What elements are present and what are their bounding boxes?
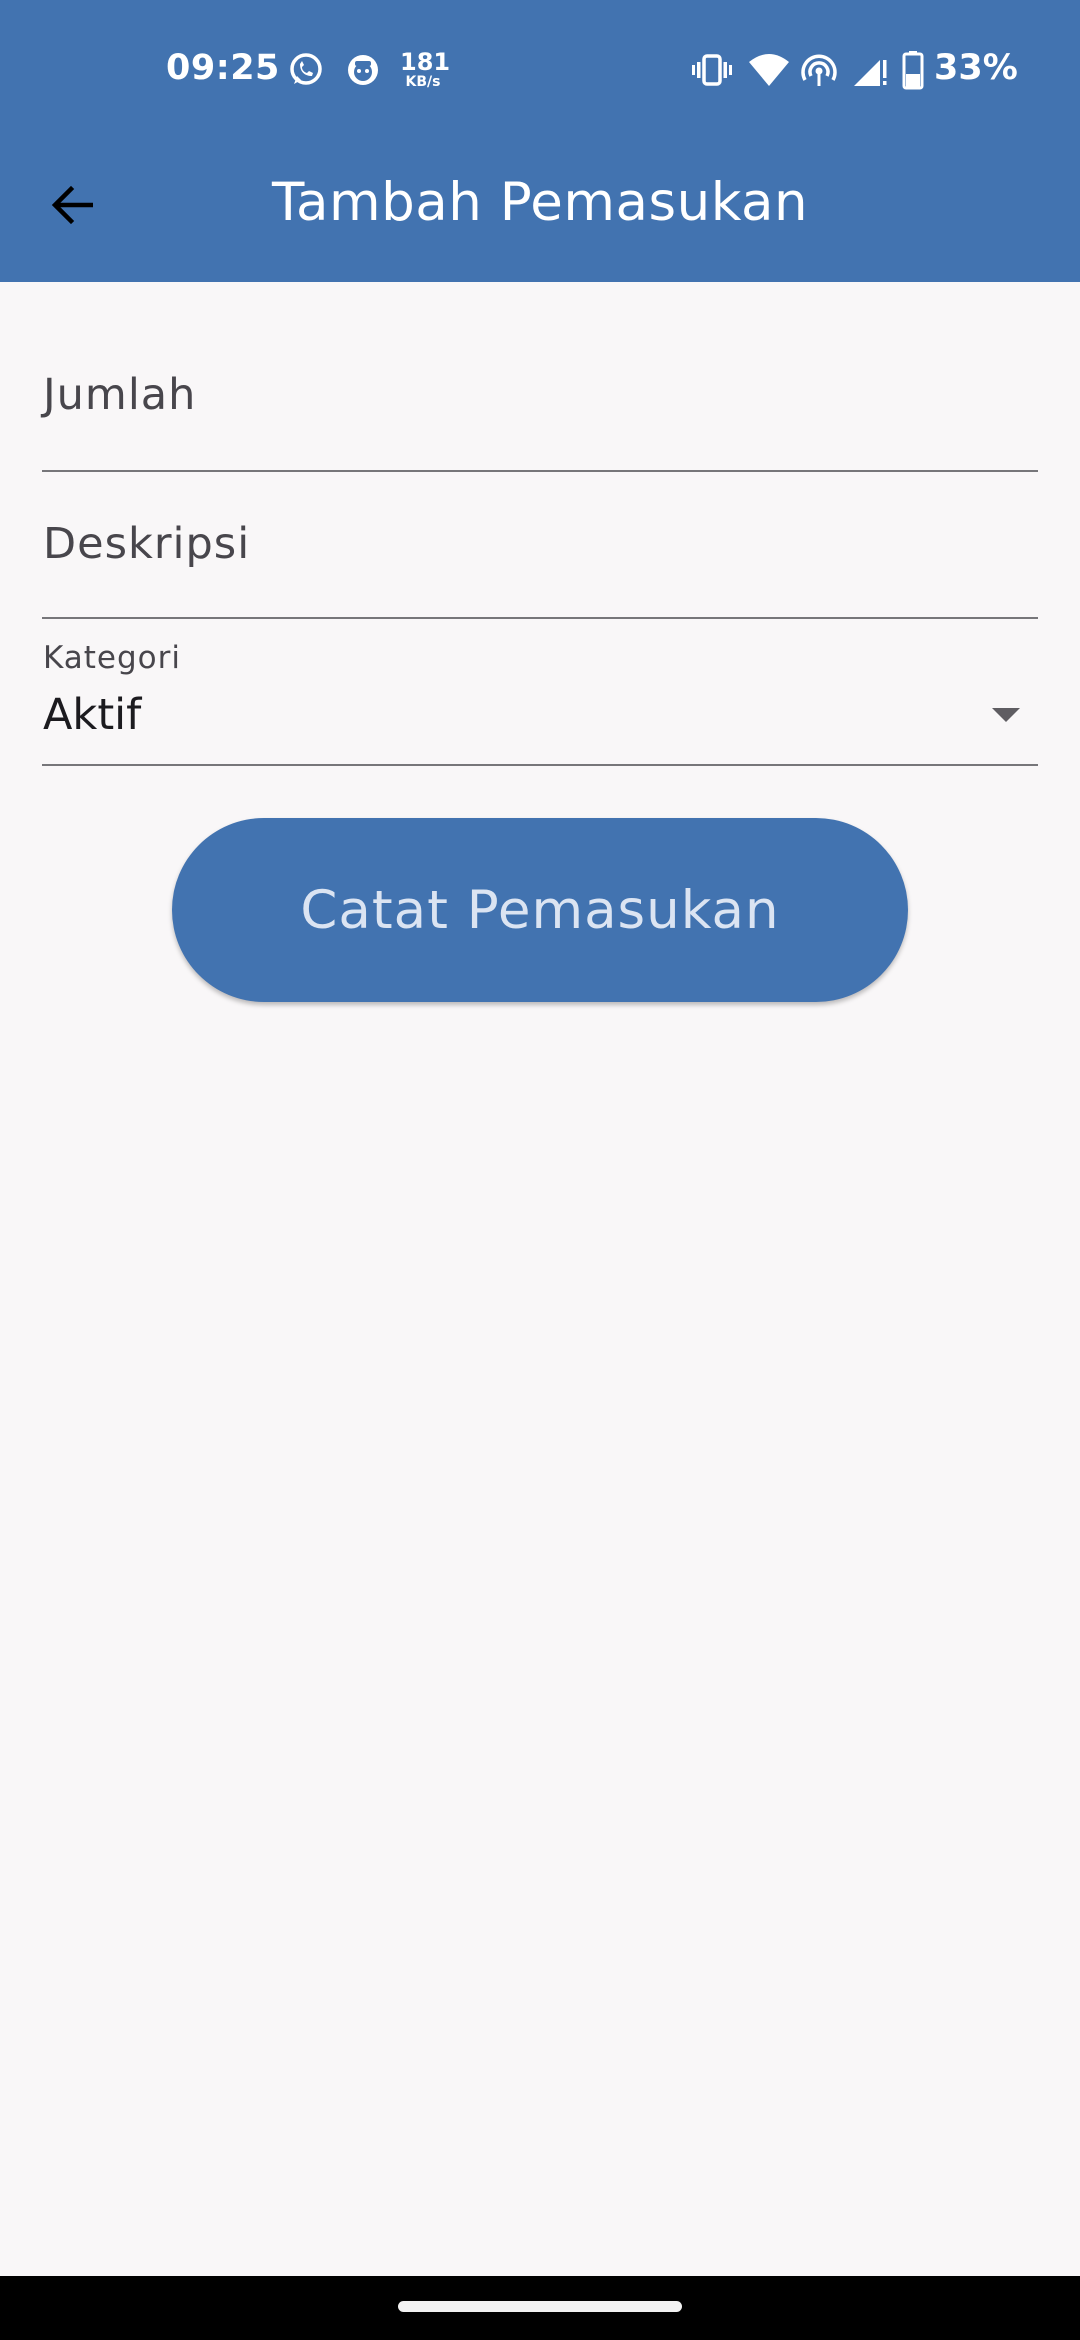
kategori-label: Kategori — [43, 640, 182, 676]
jumlah-placeholder: Jumlah — [43, 370, 197, 420]
catat-pemasukan-button[interactable]: Catat Pemasukan — [172, 818, 908, 1002]
hotspot-icon — [801, 54, 837, 86]
jumlah-input[interactable]: Jumlah — [42, 330, 1038, 472]
deskripsi-input[interactable]: Deskripsi — [42, 477, 1038, 619]
battery-icon — [902, 51, 924, 90]
status-bar: 09:25 181 KB/s 33% — [0, 0, 1080, 140]
deskripsi-placeholder: Deskripsi — [43, 519, 251, 569]
app-notification-icon — [348, 55, 378, 85]
page-title: Tambah Pemasukan — [271, 172, 809, 233]
whatsapp-icon — [290, 53, 322, 85]
network-speed-unit: KB/s — [405, 74, 441, 90]
wifi-icon — [749, 54, 789, 86]
kategori-selected-value: Aktif — [43, 690, 142, 740]
vibrate-icon — [692, 54, 732, 86]
app-header: 09:25 181 KB/s 33% Tambah Pemasukan — [0, 0, 1080, 282]
dropdown-arrow-icon — [992, 708, 1020, 722]
network-speed-value: 181 — [400, 48, 451, 76]
home-gesture-handle[interactable] — [398, 2301, 682, 2312]
battery-percent: 33% — [934, 48, 1018, 88]
signal-icon — [854, 60, 887, 86]
network-speed: 181 KB/s — [400, 48, 451, 90]
status-time: 09:25 — [166, 48, 280, 88]
kategori-dropdown[interactable]: Kategori Aktif — [42, 630, 1038, 766]
